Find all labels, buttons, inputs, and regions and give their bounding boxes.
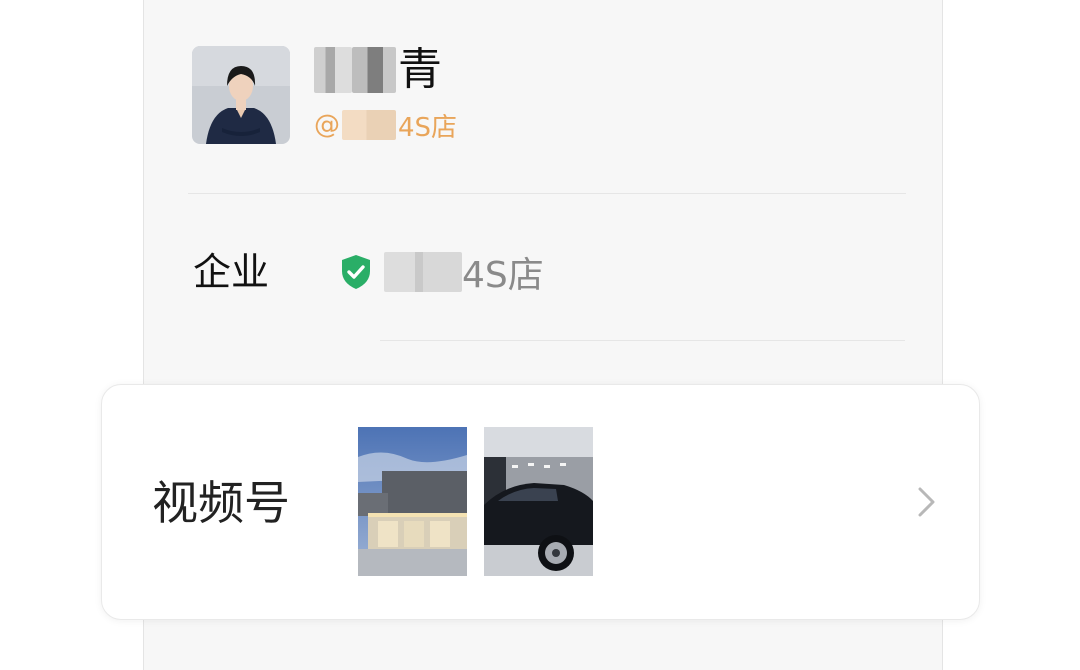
car-in-showroom-thumbnail[interactable]	[484, 427, 593, 576]
profile-name: 青	[314, 40, 442, 100]
profile-corp: @ 4S店	[314, 106, 457, 144]
showroom-building-thumbnail[interactable]	[358, 427, 467, 576]
name-visible-char: 青	[398, 44, 442, 95]
avatar[interactable]	[192, 46, 290, 144]
divider	[380, 340, 905, 341]
enterprise-name-suffix: 4S店	[462, 255, 544, 296]
enterprise-redacted-block	[384, 252, 462, 292]
channels-label: 视频号	[152, 476, 290, 530]
divider	[188, 193, 906, 194]
enterprise-verified[interactable]: 4S店	[340, 248, 544, 296]
corp-at-sign: @	[314, 110, 340, 140]
corp-suffix: 4S店	[398, 112, 458, 143]
shield-check-icon	[340, 254, 372, 290]
enterprise-label: 企业	[193, 250, 270, 294]
chevron-right-icon[interactable]	[915, 485, 939, 519]
name-redacted-block	[314, 47, 352, 93]
channels-row[interactable]: 视频号	[101, 384, 980, 620]
corp-redacted-block	[342, 110, 396, 140]
name-redacted-block	[352, 47, 396, 93]
